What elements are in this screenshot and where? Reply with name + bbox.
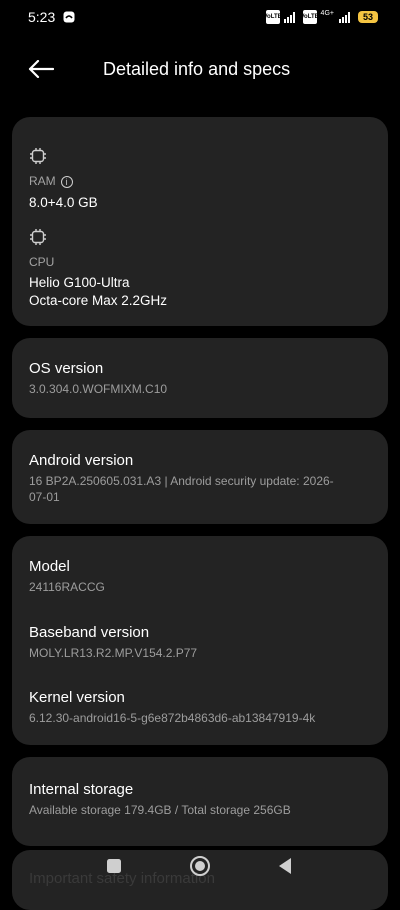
ram-label: RAM (29, 174, 56, 188)
recents-button[interactable] (102, 854, 126, 878)
os-version-title: OS version (29, 360, 104, 377)
ram-label-row: RAM i (29, 174, 73, 188)
navigation-bar (0, 846, 400, 888)
internal-storage-card[interactable]: Internal storage Available storage 179.4… (12, 757, 388, 846)
android-version-title: Android version (29, 452, 134, 469)
recents-square-icon (107, 859, 121, 873)
cpu-value-line1: Helio G100-Ultra (29, 275, 130, 290)
cpu-label: CPU (29, 255, 55, 269)
header: Detailed info and specs (0, 50, 400, 90)
signal-icon-1 (283, 11, 295, 23)
info-icon[interactable]: i (60, 176, 73, 188)
back-arrow-icon (28, 60, 54, 78)
os-version-value: 3.0.304.0.WOFMIXM.C10 (29, 382, 168, 396)
device-details-card: Model 24116RACCG Baseband version MOLY.L… (12, 536, 388, 745)
ram-chip-icon (30, 148, 46, 164)
volte-icon-2: VoLTE (301, 10, 319, 24)
ram-value: 8.0+4.0 GB (29, 195, 98, 210)
battery-indicator: 53 (357, 11, 378, 23)
cpu-value-line2: Octa-core Max 2.2GHz (29, 293, 168, 308)
internal-storage-value: Available storage 179.4GB / Total storag… (29, 803, 291, 817)
signal-icon-2 (338, 11, 350, 23)
android-version-card[interactable]: Android version 16 BP2A.250605.031.A3 | … (12, 430, 388, 524)
cpu-chip-icon (30, 229, 46, 245)
model-value: 24116RACCG (29, 580, 105, 594)
baseband-title: Baseband version (29, 624, 150, 641)
status-bar: 5:23 VoLTE VoLTE 4G+ 53 (0, 0, 400, 34)
network-type: 4G+ (320, 9, 334, 17)
notification-icon (63, 11, 75, 23)
status-right: VoLTE VoLTE 4G+ 53 (264, 9, 378, 24)
hardware-card: RAM i 8.0+4.0 GB CPU Helio G100-Ultra Oct… (12, 117, 388, 326)
page-title: Detailed info and specs (103, 59, 291, 79)
baseband-value: MOLY.LR13.R2.MP.V154.2.P77 (29, 646, 198, 660)
status-left: 5:23 (28, 9, 75, 25)
volte-icon-1: VoLTE (264, 10, 282, 24)
internal-storage-title: Internal storage (29, 781, 134, 798)
kernel-value: 6.12.30-android16-5-g6e872b4863d6-ab1384… (29, 711, 316, 725)
model-title: Model (29, 558, 70, 575)
back-nav-button[interactable] (273, 854, 297, 878)
back-triangle-icon (279, 858, 291, 874)
back-button[interactable] (24, 56, 58, 82)
kernel-title: Kernel version (29, 689, 125, 706)
android-version-value: 16 BP2A.250605.031.A3 | Android security… (29, 474, 334, 504)
status-time: 5:23 (28, 9, 56, 25)
home-circle-icon (190, 856, 210, 876)
home-button[interactable] (188, 854, 212, 878)
os-version-card[interactable]: OS version 3.0.304.0.WOFMIXM.C10 (12, 338, 388, 418)
